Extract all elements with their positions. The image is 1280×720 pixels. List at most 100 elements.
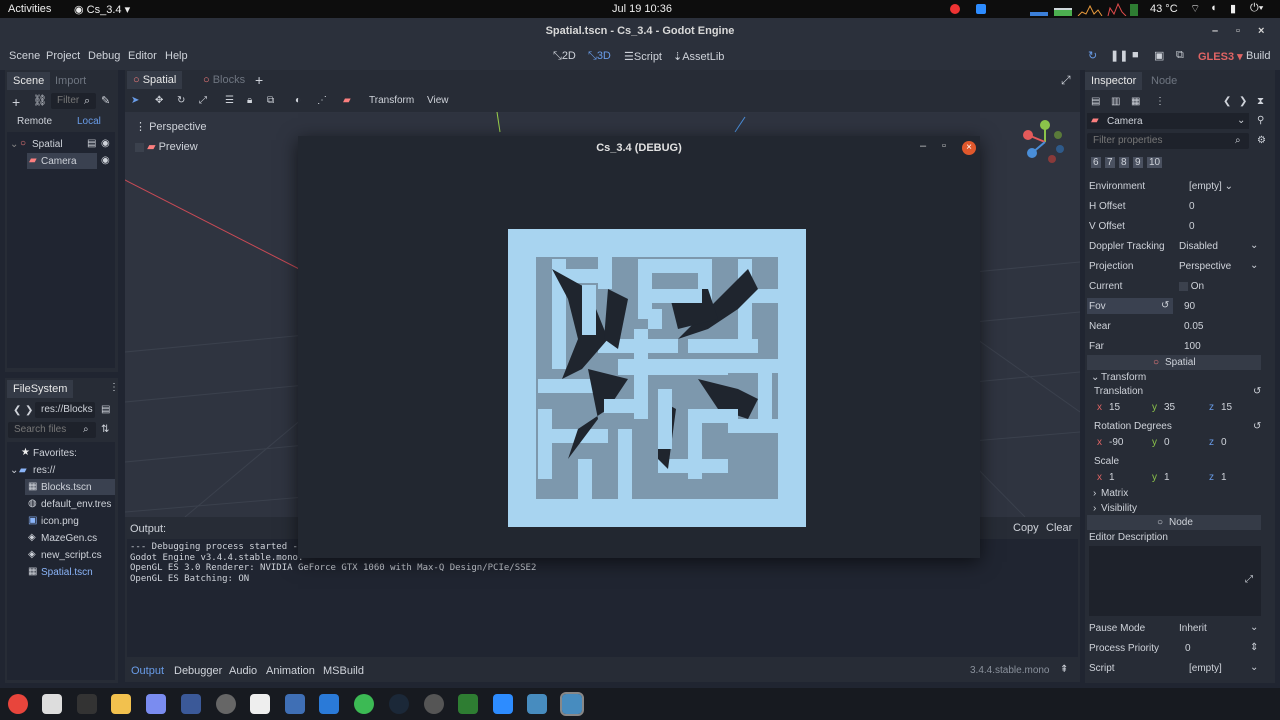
tab-audio[interactable]: Audio xyxy=(229,665,257,677)
environment-field[interactable]: [empty] ⌄ xyxy=(1189,181,1233,192)
expand-editor-icon[interactable]: ⤢ xyxy=(1245,574,1253,585)
record-indicator-icon[interactable] xyxy=(950,4,960,14)
save-resource-icon[interactable]: ▦ xyxy=(1131,96,1140,107)
play-custom-icon[interactable]: ⧉ xyxy=(1176,49,1184,62)
pause-mode-select[interactable]: Inherit xyxy=(1179,623,1207,634)
more-icon[interactable]: ⋮ xyxy=(1155,96,1165,107)
vscode-icon[interactable] xyxy=(319,694,339,714)
script-attach-icon[interactable]: ✎ xyxy=(101,96,110,107)
minimize-icon[interactable]: – xyxy=(920,140,926,152)
browser-icon[interactable] xyxy=(354,694,374,714)
bluetooth-icon[interactable] xyxy=(181,694,201,714)
local-space-icon[interactable]: ◐ xyxy=(295,95,301,106)
file-item[interactable]: ▦ Spatial.tscn xyxy=(25,564,115,580)
viewport-preview-toggle[interactable]: ▰ Preview xyxy=(135,140,198,153)
activities-button[interactable]: Activities xyxy=(8,3,51,15)
layer-button[interactable]: 9 xyxy=(1133,157,1143,168)
visibility-group[interactable]: Visibility xyxy=(1101,503,1137,514)
expand-panel-icon[interactable]: ⇞ xyxy=(1060,664,1068,675)
chrome-icon[interactable] xyxy=(8,694,28,714)
move-tool-icon[interactable]: ✥ xyxy=(155,95,163,106)
expand-arrow-icon[interactable]: ⌄ xyxy=(10,139,18,150)
process-priority-field[interactable]: 0 xyxy=(1185,643,1191,654)
split-view-icon[interactable]: ▤ xyxy=(101,404,110,415)
current-checkbox[interactable]: On xyxy=(1179,281,1204,292)
back-arrow-icon[interactable]: ❮ xyxy=(13,405,21,416)
script-field[interactable]: [empty] xyxy=(1189,663,1222,674)
close-icon[interactable]: × xyxy=(1258,18,1264,44)
dock-menu-icon[interactable]: ⋮ xyxy=(109,382,119,393)
tree-node[interactable]: ⌄ ○ Spatial ▤ ◉ xyxy=(7,136,115,152)
list-select-icon[interactable]: ☰ xyxy=(225,95,234,106)
expand-arrow-icon[interactable]: ⌄ xyxy=(1091,372,1099,383)
scale-x-field[interactable]: 1 xyxy=(1109,472,1115,483)
tab-inspector[interactable]: Inspector xyxy=(1085,72,1143,90)
tab-animation[interactable]: Animation xyxy=(266,665,315,677)
script-icon[interactable]: ▤ xyxy=(87,138,96,149)
spreadsheet-icon[interactable] xyxy=(458,694,478,714)
translation-y-field[interactable]: 35 xyxy=(1164,402,1175,413)
tab-filesystem[interactable]: FileSystem xyxy=(7,380,74,398)
scale-y-field[interactable]: 1 xyxy=(1164,472,1170,483)
snap-icon[interactable]: ⋰ xyxy=(317,95,327,106)
tab-node[interactable]: Node xyxy=(1145,72,1183,90)
fov-field[interactable]: 90 xyxy=(1184,301,1195,312)
favorites-label[interactable]: Favorites: xyxy=(33,448,77,459)
document-icon[interactable] xyxy=(250,694,270,714)
view-menu[interactable]: View xyxy=(427,95,449,106)
debug-game-window[interactable]: Cs_3.4 (DEBUG) – ▫ × xyxy=(298,136,980,558)
forward-arrow-icon[interactable]: ❯ xyxy=(25,405,33,416)
tab-spatial[interactable]: ○ Spatial xyxy=(127,71,183,89)
audio-icon[interactable] xyxy=(216,694,236,714)
add-node-icon[interactable]: + xyxy=(12,95,20,109)
workspace-script-button[interactable]: ☰Script xyxy=(624,50,662,63)
close-icon[interactable]: × xyxy=(962,141,976,155)
file-item[interactable]: ◍ default_env.tres xyxy=(25,496,115,512)
reload-icon[interactable]: ↻ xyxy=(1088,49,1097,62)
maximize-icon[interactable]: ▫ xyxy=(1236,18,1240,44)
file-item[interactable]: ◈ new_script.cs xyxy=(25,547,115,563)
rotation-z-field[interactable]: 0 xyxy=(1221,437,1227,448)
steam-icon[interactable] xyxy=(389,694,409,714)
editor-description-field[interactable]: ⤢ xyxy=(1089,546,1261,616)
history-icon[interactable]: ⧗ xyxy=(1257,96,1264,107)
stop-icon[interactable]: ■ xyxy=(1132,49,1139,61)
terminal-icon[interactable] xyxy=(77,694,97,714)
menu-editor[interactable]: Editor xyxy=(128,50,157,62)
v-offset-field[interactable]: 0 xyxy=(1189,221,1195,232)
battery-icon[interactable]: ▮ xyxy=(1230,2,1236,15)
layer-button[interactable]: 7 xyxy=(1105,157,1115,168)
new-resource-icon[interactable]: ▤ xyxy=(1091,96,1100,107)
tab-scene[interactable]: Scene xyxy=(7,72,51,90)
file-item[interactable]: ◈ MazeGen.cs xyxy=(25,530,115,546)
minimize-icon[interactable]: – xyxy=(1212,18,1218,44)
tree-node[interactable]: ▰ Camera xyxy=(27,153,97,169)
build-button[interactable]: Build xyxy=(1246,50,1270,62)
history-forward-icon[interactable]: ❯ xyxy=(1239,96,1247,107)
distraction-free-icon[interactable]: ⤢ xyxy=(1061,73,1071,88)
link-icon[interactable]: ⛓ xyxy=(33,96,47,107)
expand-arrow-icon[interactable]: ⌄ xyxy=(10,465,18,476)
layer-button[interactable]: 8 xyxy=(1119,157,1129,168)
app-menu[interactable]: ◉ Cs_3.4 ▾ xyxy=(74,3,130,16)
menu-scene[interactable]: Scene xyxy=(9,50,40,62)
transform-group[interactable]: Transform xyxy=(1101,372,1146,383)
screenshot-icon[interactable] xyxy=(146,694,166,714)
menu-project[interactable]: Project xyxy=(46,50,80,62)
rotation-x-field[interactable]: -90 xyxy=(1109,437,1123,448)
renderer-selector[interactable]: GLES3 ▾ xyxy=(1198,50,1243,63)
select-tool-icon[interactable]: ➤ xyxy=(131,95,139,106)
files-icon[interactable] xyxy=(111,694,131,714)
zoom-tray-icon[interactable] xyxy=(976,4,986,14)
path-field[interactable]: res://Blocks xyxy=(35,402,95,418)
godot-debug-icon[interactable] xyxy=(560,692,584,716)
group-icon[interactable]: ⧉ xyxy=(267,95,274,106)
doppler-tracking-select[interactable]: Disabled xyxy=(1179,241,1218,252)
workspace-2d-button[interactable]: ⤡2D xyxy=(553,50,576,63)
collapse-arrow-icon[interactable]: › xyxy=(1093,503,1096,514)
revert-icon[interactable]: ↺ xyxy=(1253,421,1261,432)
scale-z-field[interactable]: 1 xyxy=(1221,472,1227,483)
pause-icon[interactable]: ❚❚ xyxy=(1110,49,1128,62)
visibility-eye-icon[interactable]: ◉ xyxy=(101,138,110,149)
scale-tool-icon[interactable]: ⤢ xyxy=(199,95,207,106)
